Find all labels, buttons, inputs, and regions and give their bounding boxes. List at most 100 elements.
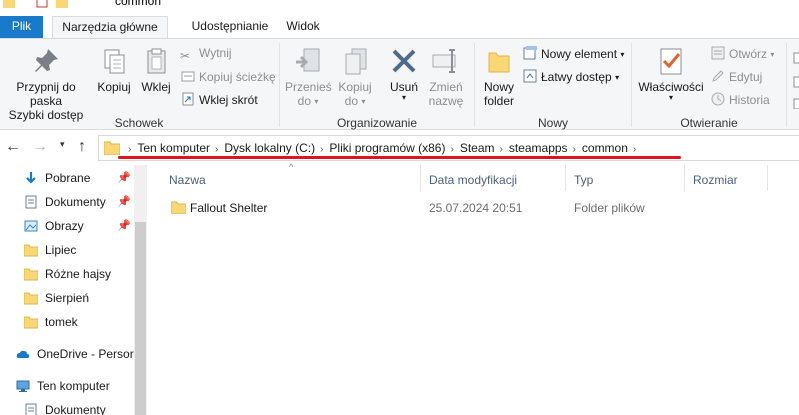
computer-icon bbox=[16, 380, 30, 392]
history-button[interactable]: Historia bbox=[710, 91, 770, 109]
easy-access-button[interactable]: Łatwy dostęp ▾ bbox=[522, 68, 619, 86]
sidebar-item-this-pc[interactable]: Ten komputer bbox=[0, 375, 134, 397]
open-button[interactable]: Otwórz ▾ bbox=[710, 45, 774, 63]
file-type: Folder plików bbox=[574, 201, 645, 215]
column-divider[interactable] bbox=[565, 165, 566, 191]
red-annotation-underline bbox=[118, 156, 681, 159]
copy-button[interactable]: Kopiuj bbox=[95, 45, 133, 94]
pin-icon[interactable]: 📌 bbox=[117, 215, 131, 237]
folder-icon bbox=[24, 244, 38, 257]
paste-shortcut-button[interactable]: Wklej skrót bbox=[180, 91, 258, 109]
title-bar: ▾ common bbox=[0, 0, 799, 10]
group-open-label: Otwieranie bbox=[680, 116, 738, 130]
chevron-right-icon[interactable]: › bbox=[450, 144, 453, 155]
ribbon-separator bbox=[279, 43, 280, 127]
chevron-right-icon[interactable]: › bbox=[128, 144, 131, 155]
tab-share[interactable]: Udostępnianie bbox=[185, 16, 275, 39]
select-all-icon bbox=[793, 52, 799, 110]
delete-button[interactable]: Usuń ▾ bbox=[385, 45, 423, 102]
up-arrow-icon[interactable]: ↑ bbox=[78, 137, 86, 157]
new-folder-button[interactable]: Nowy folder bbox=[478, 45, 520, 108]
column-header-name[interactable]: Nazwa bbox=[169, 173, 206, 187]
table-row[interactable]: Fallout Shelter 25.07.2024 20:51 Folder … bbox=[163, 198, 663, 218]
copy-to-button[interactable]: Kopiuj do ▾ bbox=[334, 45, 376, 109]
copy-to-icon bbox=[345, 48, 367, 75]
cloud-icon bbox=[16, 350, 30, 358]
column-header-size[interactable]: Rozmiar bbox=[693, 173, 738, 187]
group-organize-label: Organizowanie bbox=[336, 116, 418, 130]
pin-icon[interactable]: 📌 bbox=[117, 167, 131, 189]
easy-access-icon bbox=[523, 69, 537, 83]
rename-icon bbox=[432, 49, 456, 73]
open-icon bbox=[711, 46, 725, 60]
ribbon-tabs: Plik Narzędzia główne Udostępnianie Wido… bbox=[0, 10, 799, 40]
column-divider[interactable] bbox=[684, 165, 685, 191]
move-to-button[interactable]: Przenieś do ▾ bbox=[285, 45, 332, 109]
folder-icon bbox=[24, 316, 38, 329]
sidebar-item-folder[interactable]: tomek bbox=[0, 311, 134, 333]
folder-icon bbox=[171, 201, 186, 214]
chevron-right-icon[interactable]: › bbox=[500, 144, 503, 155]
folder-icon bbox=[3, 0, 15, 8]
copy-path-button[interactable]: Kopiuj ścieżkę bbox=[180, 68, 276, 86]
tab-view[interactable]: Widok bbox=[283, 16, 323, 39]
ribbon-separator bbox=[631, 43, 632, 127]
new-folder-quick-icon[interactable] bbox=[56, 0, 68, 8]
breadcrumb-item[interactable]: Dysk lokalny (C:) bbox=[224, 141, 315, 155]
window-title: common bbox=[115, 0, 162, 8]
tab-home[interactable]: Narzędzia główne bbox=[52, 16, 168, 40]
sidebar-item-folder[interactable]: Różne hajsy bbox=[0, 263, 134, 285]
ribbon: Przypnij do paska Szybki dostęp Kopiuj W… bbox=[0, 38, 799, 130]
file-date: 25.07.2024 20:51 bbox=[429, 201, 523, 215]
paste-shortcut-icon bbox=[182, 92, 194, 106]
breadcrumb-item[interactable]: common bbox=[582, 141, 628, 155]
column-divider[interactable] bbox=[420, 165, 421, 191]
forward-arrow-icon[interactable]: → bbox=[32, 137, 48, 157]
scissors-icon: ✂ bbox=[180, 49, 191, 63]
cut-button[interactable]: ✂ Wytnij bbox=[180, 45, 232, 63]
sidebar-item-documents[interactable]: Dokumenty 📌 bbox=[0, 191, 134, 213]
edit-button[interactable]: Edytuj bbox=[710, 68, 762, 86]
breadcrumb-item[interactable]: Pliki programów (x86) bbox=[329, 141, 445, 155]
pin-quick-access-button[interactable]: Przypnij do paska Szybki dostęp bbox=[0, 45, 92, 122]
sidebar-item-downloads[interactable]: Pobrane 📌 bbox=[0, 167, 134, 189]
column-divider[interactable] bbox=[767, 165, 768, 191]
new-folder-icon bbox=[488, 52, 510, 73]
breadcrumb-item[interactable]: steamapps bbox=[509, 141, 568, 155]
ribbon-separator bbox=[786, 43, 787, 127]
select-group-partial[interactable] bbox=[792, 49, 799, 110]
column-header-type[interactable]: Typ bbox=[574, 173, 593, 187]
chevron-right-icon[interactable]: › bbox=[573, 144, 576, 155]
tab-file[interactable]: Plik bbox=[0, 16, 43, 39]
scrollbar-thumb[interactable] bbox=[135, 222, 146, 415]
sidebar-item-documents[interactable]: Dokumenty bbox=[0, 399, 134, 415]
chevron-right-icon[interactable]: › bbox=[215, 144, 218, 155]
document-icon bbox=[25, 195, 37, 209]
document-icon bbox=[25, 403, 37, 415]
sidebar-item-folder[interactable]: Lipiec bbox=[0, 239, 134, 261]
picture-icon bbox=[24, 220, 38, 232]
sidebar-item-onedrive[interactable]: OneDrive - Persor bbox=[0, 343, 134, 365]
breadcrumb-item[interactable]: Steam bbox=[460, 141, 495, 155]
paste-button[interactable]: Wklej bbox=[137, 45, 175, 94]
rename-button[interactable]: Zmień nazwę bbox=[425, 45, 467, 108]
quick-access-dropdown-icon[interactable]: ▾ bbox=[78, 0, 90, 4]
folder-icon bbox=[104, 141, 120, 155]
sidebar-item-folder[interactable]: Sierpień bbox=[0, 287, 134, 309]
recent-locations-dropdown-icon[interactable]: ▾ bbox=[60, 139, 65, 150]
pin-icon[interactable]: 📌 bbox=[117, 191, 131, 213]
back-arrow-icon[interactable]: ← bbox=[5, 137, 21, 157]
copy-path-icon bbox=[181, 71, 195, 82]
copy-icon bbox=[104, 49, 125, 74]
sidebar-item-pictures[interactable]: Obrazy 📌 bbox=[0, 215, 134, 237]
new-item-button[interactable]: Nowy element ▾ bbox=[522, 45, 624, 63]
properties-quick-icon[interactable] bbox=[36, 0, 48, 8]
chevron-right-icon[interactable]: › bbox=[320, 144, 323, 155]
chevron-right-icon[interactable]: › bbox=[633, 144, 636, 155]
folder-icon bbox=[24, 268, 38, 281]
navigation-bar: ← → ▾ ↑ › Ten komputer › Dysk lokalny (C:) ›… bbox=[0, 131, 799, 165]
breadcrumb-item[interactable]: Ten komputer bbox=[137, 141, 210, 155]
column-header-date[interactable]: Data modyfikacji bbox=[429, 173, 517, 187]
properties-button[interactable]: Właściwości ▾ bbox=[637, 45, 705, 102]
history-clock-icon bbox=[711, 92, 725, 106]
